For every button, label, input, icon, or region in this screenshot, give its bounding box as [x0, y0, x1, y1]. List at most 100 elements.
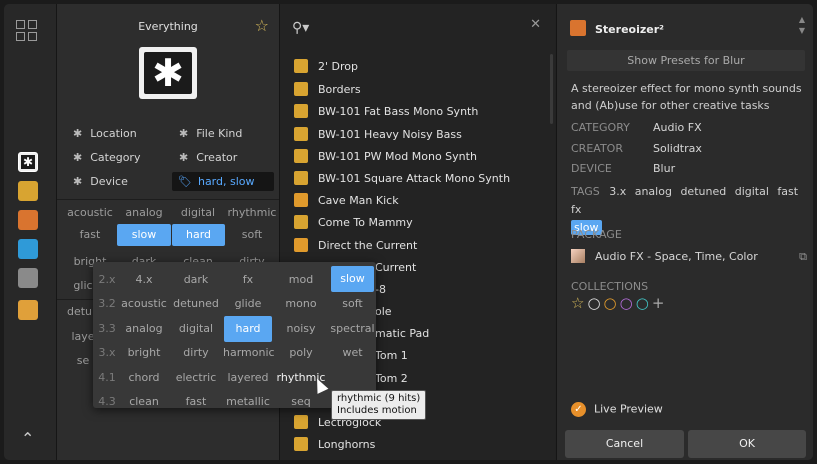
circle-purple-icon[interactable]: ○: [620, 294, 636, 312]
circle-orange-icon[interactable]: ○: [604, 294, 620, 312]
circle-white-icon[interactable]: ○: [587, 294, 603, 312]
package-row[interactable]: Audio FX - Space, Time, Color ⧉: [571, 248, 807, 266]
popup-tag[interactable]: acoustic: [119, 293, 169, 315]
tag[interactable]: analog: [635, 185, 672, 198]
tag-cell[interactable]: digital: [171, 202, 225, 224]
popup-tag[interactable]: wet: [329, 342, 376, 364]
tag[interactable]: 3.x: [609, 185, 626, 198]
instrument-icon[interactable]: [18, 181, 38, 201]
popup-tag[interactable]: fast: [169, 391, 223, 413]
show-presets-button[interactable]: Show Presets for Blur: [567, 50, 805, 71]
tag-cell[interactable]: fast: [63, 224, 117, 246]
prev-next-arrows-icon[interactable]: ▲ ▼: [799, 14, 805, 36]
popup-tag[interactable]: dirty: [169, 342, 223, 364]
package-swatch: [571, 249, 585, 263]
external-link-icon[interactable]: ⧉: [799, 248, 807, 266]
browser-window: ✱ ⌃ Everything ☆ ✱ ✱ Location ✱ File Kind …: [4, 4, 813, 460]
popup-tag[interactable]: mod: [275, 269, 327, 291]
popup-tag[interactable]: glide: [223, 293, 273, 315]
audio-fx-icon[interactable]: [18, 210, 38, 230]
tag-cell[interactable]: soft: [225, 224, 279, 246]
collections-label: COLLECTIONS: [571, 280, 649, 293]
list-item[interactable]: 2' Drop: [294, 56, 358, 78]
tag[interactable]: detuned: [680, 185, 726, 198]
list-item[interactable]: BW-101 PW Mod Mono Synth: [294, 146, 477, 168]
filter-creator[interactable]: ✱ Creator: [179, 151, 237, 164]
popup-tag[interactable]: electric: [169, 367, 223, 389]
popup-tag[interactable]: poly: [275, 342, 327, 364]
popup-tag[interactable]: clean: [119, 391, 169, 413]
note-fx-icon[interactable]: [18, 239, 38, 259]
tag-cell-selected[interactable]: slow: [117, 224, 171, 246]
list-item[interactable]: BW-101 Square Attack Mono Synth: [294, 168, 510, 190]
popup-tag[interactable]: harmonic: [223, 342, 275, 364]
user-icon[interactable]: [18, 300, 38, 320]
list-item[interactable]: matic Pad: [375, 323, 429, 345]
tag-cell-selected[interactable]: hard: [172, 224, 225, 246]
version-cell[interactable]: 3.2: [95, 293, 119, 315]
star-icon[interactable]: ☆: [571, 294, 587, 312]
add-collection-icon[interactable]: +: [652, 294, 668, 312]
filter-title: Everything: [138, 20, 198, 33]
close-icon[interactable]: ✕: [530, 17, 541, 32]
tag-cell[interactable]: rhythmic: [225, 202, 279, 224]
live-preview-toggle[interactable]: ✓ Live Preview: [571, 402, 663, 417]
popup-tag[interactable]: layered: [223, 367, 273, 389]
popup-tag[interactable]: metallic: [223, 391, 273, 413]
popup-tag[interactable]: chord: [119, 367, 169, 389]
popup-tag-selected[interactable]: slow: [331, 266, 374, 292]
version-cell[interactable]: 4.3: [95, 391, 119, 413]
list-item[interactable]: BW-101 Fat Bass Mono Synth: [294, 101, 478, 123]
filter-file-kind[interactable]: ✱ File Kind: [179, 127, 242, 140]
popup-tag[interactable]: 4.x: [119, 269, 169, 291]
chevron-up-icon[interactable]: ⌃: [21, 429, 34, 448]
popup-tag[interactable]: detuned: [169, 293, 223, 315]
popup-tag[interactable]: analog: [119, 318, 169, 340]
list-item[interactable]: Tom 1: [375, 345, 408, 367]
everything-icon[interactable]: ✱: [18, 152, 38, 172]
list-item[interactable]: -8: [375, 279, 386, 301]
scrollbar[interactable]: [550, 54, 553, 124]
filter-category[interactable]: ✱ Category: [73, 151, 140, 164]
popup-tag-selected[interactable]: hard: [224, 316, 272, 342]
tag-cell[interactable]: analog: [117, 202, 171, 224]
plugin-icon[interactable]: [18, 268, 38, 288]
popup-tag[interactable]: soft: [329, 293, 376, 315]
version-cell[interactable]: 2.x: [95, 269, 119, 291]
tag[interactable]: fast: [777, 185, 798, 198]
tag-row: fast slow hard soft: [57, 224, 279, 246]
list-item[interactable]: Current: [375, 257, 416, 279]
popup-tag[interactable]: dark: [169, 269, 223, 291]
filter-location[interactable]: ✱ Location: [73, 127, 137, 140]
popup-tag[interactable]: noisy: [275, 318, 327, 340]
list-item[interactable]: BW-101 Heavy Noisy Bass: [294, 124, 462, 146]
popup-tag[interactable]: fx: [223, 269, 273, 291]
filter-tags[interactable]: 🏷 hard, slow: [172, 172, 274, 191]
filter-device[interactable]: ✱ Device: [73, 175, 128, 188]
search-icon[interactable]: ⚲▾: [292, 20, 309, 36]
list-item[interactable]: Tom 2: [375, 368, 408, 390]
tag[interactable]: fx: [571, 203, 581, 216]
list-item[interactable]: Longhorns: [294, 434, 375, 456]
favorite-star-icon[interactable]: ☆: [255, 16, 269, 35]
tag[interactable]: digital: [735, 185, 769, 198]
version-cell[interactable]: 3.3: [95, 318, 119, 340]
popup-tag[interactable]: digital: [169, 318, 223, 340]
tag-cell[interactable]: acoustic: [63, 202, 117, 224]
popup-tag[interactable]: spectral: [329, 318, 376, 340]
list-item[interactable]: Cave Man Kick: [294, 190, 399, 212]
popup-tag[interactable]: mono: [275, 293, 327, 315]
list-item[interactable]: Direct the Current: [294, 235, 417, 257]
package-label: PACKAGE: [571, 228, 622, 241]
version-cell[interactable]: 3.x: [95, 342, 119, 364]
list-item[interactable]: Come To Mammy: [294, 212, 413, 234]
popup-tag[interactable]: bright: [119, 342, 169, 364]
ok-button[interactable]: OK: [688, 430, 806, 458]
list-item[interactable]: ole: [375, 301, 392, 323]
circle-teal-icon[interactable]: ○: [636, 294, 652, 312]
list-item[interactable]: Borders: [294, 79, 361, 101]
popup-tag[interactable]: seq: [275, 391, 327, 413]
grid-view-icon[interactable]: [16, 20, 38, 42]
cancel-button[interactable]: Cancel: [565, 430, 684, 458]
version-cell[interactable]: 4.1: [95, 367, 119, 389]
